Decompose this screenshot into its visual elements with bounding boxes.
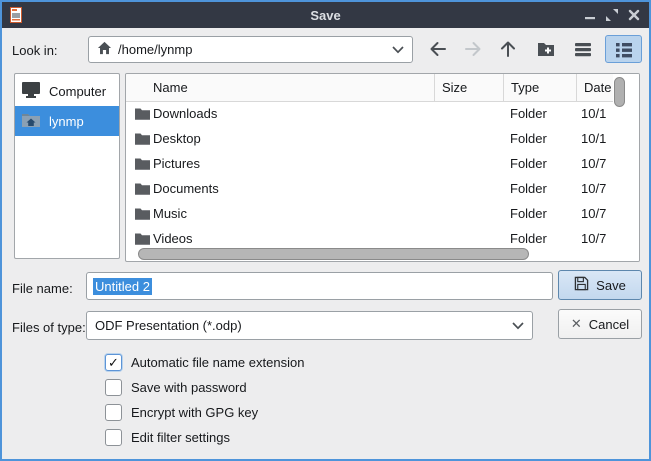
home-folder-icon [21, 112, 41, 131]
look-in-label: Look in: [12, 43, 58, 58]
titlebar: Save [2, 2, 649, 28]
sidebar-item-lynmp[interactable]: lynmp [15, 106, 119, 136]
folder-icon [134, 157, 151, 174]
file-type-value: ODF Presentation (*.odp) [95, 318, 242, 333]
checkbox-automatic-extension[interactable]: ✓ Automatic file name extension [105, 350, 304, 375]
column-header-type[interactable]: Type [503, 74, 576, 101]
cancel-button[interactable]: ✕ Cancel [558, 309, 642, 339]
files-of-type-label: Files of type: [12, 320, 86, 335]
computer-icon [21, 81, 41, 102]
file-name-value: Untitled 2 [93, 278, 152, 295]
save-dialog: Save Look in: /home/lynmp [0, 0, 651, 461]
checkbox-edit-filter[interactable]: Edit filter settings [105, 425, 304, 450]
close-button[interactable] [626, 8, 641, 23]
checkbox-box[interactable] [105, 379, 122, 396]
save-button[interactable]: Save [558, 270, 642, 300]
forward-button[interactable] [458, 35, 488, 63]
file-row-desktop[interactable]: DesktopFolder10/1 [126, 126, 639, 151]
detail-view-button[interactable] [605, 35, 642, 63]
column-header-date[interactable]: Date [576, 74, 613, 101]
list-view-button[interactable] [568, 35, 598, 63]
sidebar-item-label: lynmp [49, 114, 84, 129]
checkbox-label: Edit filter settings [131, 430, 230, 445]
new-folder-button[interactable] [531, 35, 561, 63]
cancel-x-icon: ✕ [571, 316, 582, 332]
sidebar-item-computer[interactable]: Computer [15, 76, 119, 106]
cancel-button-label: Cancel [589, 317, 629, 332]
folder-icon [134, 182, 151, 199]
vertical-scrollbar-thumb[interactable] [614, 77, 625, 107]
file-name-label: File name: [12, 281, 73, 296]
file-list-body: DownloadsFolder10/1 DesktopFolder10/1 Pi… [126, 101, 639, 261]
back-button[interactable] [423, 35, 453, 63]
check-mark-icon: ✓ [108, 355, 119, 371]
file-list: Name Size Type Date DownloadsFolder10/1 … [125, 73, 640, 262]
folder-icon [134, 132, 151, 149]
checkbox-box[interactable]: ✓ [105, 354, 122, 371]
up-button[interactable] [493, 35, 523, 63]
save-floppy-icon [574, 276, 589, 294]
file-row-pictures[interactable]: PicturesFolder10/7 [126, 151, 639, 176]
column-header-size[interactable]: Size [434, 74, 503, 101]
file-list-header: Name Size Type Date [126, 74, 639, 102]
places-sidebar: Computer lynmp [14, 73, 120, 259]
sidebar-item-label: Computer [49, 84, 106, 99]
file-type-combobox[interactable]: ODF Presentation (*.odp) [86, 311, 533, 340]
window-title: Save [2, 8, 649, 23]
horizontal-scrollbar-thumb[interactable] [138, 248, 529, 260]
file-name-input[interactable]: Untitled 2 [86, 272, 553, 300]
checkbox-box[interactable] [105, 429, 122, 446]
folder-icon [134, 232, 151, 249]
location-path: /home/lynmp [118, 42, 192, 57]
folder-icon [134, 107, 151, 124]
restore-button[interactable] [604, 8, 619, 23]
file-row-documents[interactable]: DocumentsFolder10/7 [126, 176, 639, 201]
minimize-button[interactable] [582, 8, 597, 23]
vertical-scrollbar[interactable] [613, 74, 639, 261]
chevron-down-icon [392, 42, 404, 57]
checkbox-label: Automatic file name extension [131, 355, 304, 370]
column-header-name[interactable]: Name [126, 74, 434, 101]
home-icon [97, 41, 112, 58]
checkbox-label: Encrypt with GPG key [131, 405, 258, 420]
checkbox-encrypt-gpg[interactable]: Encrypt with GPG key [105, 400, 304, 425]
checkbox-label: Save with password [131, 380, 247, 395]
checkbox-box[interactable] [105, 404, 122, 421]
chevron-down-icon [512, 318, 524, 333]
checkbox-save-with-password[interactable]: Save with password [105, 375, 304, 400]
folder-icon [134, 207, 151, 224]
file-row-downloads[interactable]: DownloadsFolder10/1 [126, 101, 639, 126]
save-button-label: Save [596, 278, 626, 293]
location-combobox[interactable]: /home/lynmp [88, 36, 413, 63]
file-row-music[interactable]: MusicFolder10/7 [126, 201, 639, 226]
options-group: ✓ Automatic file name extension Save wit… [105, 350, 304, 450]
